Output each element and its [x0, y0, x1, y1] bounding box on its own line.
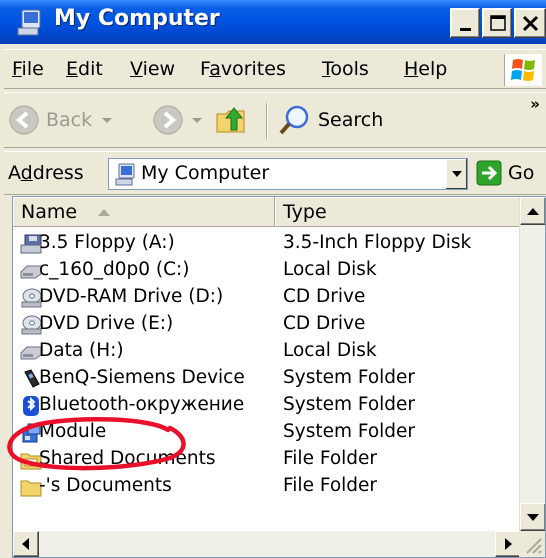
chevron-down-icon [102, 118, 113, 123]
column-header-type[interactable]: Type [275, 197, 521, 227]
maximize-button[interactable] [482, 8, 512, 38]
list-item[interactable]: DVD Drive (E:) CD Drive [13, 312, 521, 339]
resize-grip-icon [526, 538, 542, 554]
my-computer-icon [17, 9, 41, 36]
go-label: Go [508, 162, 535, 184]
toolbar-more-chevron[interactable]: » [530, 95, 540, 113]
back-arrow-icon [9, 105, 39, 135]
sort-ascending-icon [98, 209, 110, 216]
file-list-view[interactable]: Name Type 3.5 Floppy (A:) 3.5-Inch Flopp… [12, 196, 546, 558]
horizontal-scrollbar[interactable] [13, 531, 521, 557]
close-icon [522, 15, 539, 32]
go-button[interactable]: Go [476, 160, 534, 186]
windows-flag-icon [511, 59, 535, 81]
back-label: Back [46, 109, 93, 131]
menu-bar: File Edit View Favorites Tools Help [4, 49, 546, 89]
search-icon [279, 105, 309, 135]
window-title: My Computer [54, 6, 220, 31]
list-item[interactable]: c_160_d0p0 (C:) Local Disk [13, 258, 521, 285]
list-item[interactable]: DVD-RAM Drive (D:) CD Drive [13, 285, 521, 312]
vertical-scrollbar[interactable] [519, 197, 545, 531]
list-item[interactable]: BenQ-Siemens Device System Folder [13, 366, 521, 393]
forward-button[interactable] [152, 101, 206, 139]
address-label: Address [8, 162, 84, 184]
column-header-name[interactable]: Name [13, 197, 275, 227]
menu-help[interactable]: Help [404, 58, 447, 80]
address-dropdown-button[interactable] [445, 159, 467, 189]
up-folder-icon [216, 107, 245, 133]
address-bar: Address My Computer Go [4, 151, 546, 195]
scroll-left-button[interactable] [13, 531, 39, 557]
forward-arrow-icon [153, 105, 183, 135]
menu-edit[interactable]: Edit [66, 58, 103, 80]
minimize-button[interactable] [450, 8, 480, 38]
chevron-left-icon [22, 538, 29, 550]
close-button[interactable] [514, 8, 546, 38]
chevron-right-icon [505, 538, 512, 550]
toolbar-separator [266, 103, 268, 139]
up-folder-button[interactable] [214, 101, 250, 139]
resize-grip[interactable] [519, 531, 545, 557]
address-input[interactable]: My Computer [108, 158, 468, 190]
search-button[interactable]: Search [278, 101, 383, 139]
scroll-down-button[interactable] [520, 503, 545, 531]
scroll-up-button[interactable] [520, 197, 545, 225]
windows-logo [504, 54, 542, 86]
address-value: My Computer [141, 162, 270, 184]
go-arrow-icon [476, 160, 502, 186]
list-item[interactable]: 3.5 Floppy (A:) 3.5-Inch Floppy Disk [13, 231, 521, 258]
back-button[interactable]: Back [8, 101, 116, 139]
list-item[interactable]: Shared Documents File Folder [13, 447, 521, 474]
minimize-icon [460, 28, 471, 31]
menu-view[interactable]: View [130, 58, 175, 80]
list-item[interactable]: Data (H:) Local Disk [13, 339, 521, 366]
chevron-down-icon [527, 514, 539, 521]
scroll-right-button[interactable] [495, 531, 521, 557]
search-label: Search [318, 109, 384, 131]
standard-toolbar: Back Search » [4, 92, 546, 148]
menu-tools[interactable]: Tools [322, 58, 369, 80]
title-bar[interactable]: My Computer [0, 0, 546, 44]
list-item[interactable]: -'s Documents File Folder [13, 474, 521, 501]
chevron-up-icon [527, 208, 539, 215]
menu-file[interactable]: File [12, 58, 44, 80]
chevron-down-icon [452, 171, 462, 177]
my-computer-icon [115, 163, 135, 186]
list-item[interactable]: Module System Folder [13, 420, 521, 447]
list-item[interactable]: Bluetooth-окружение System Folder [13, 393, 521, 420]
menu-favorites[interactable]: Favorites [200, 58, 286, 80]
maximize-icon [490, 15, 506, 31]
chevron-down-icon [192, 118, 202, 123]
